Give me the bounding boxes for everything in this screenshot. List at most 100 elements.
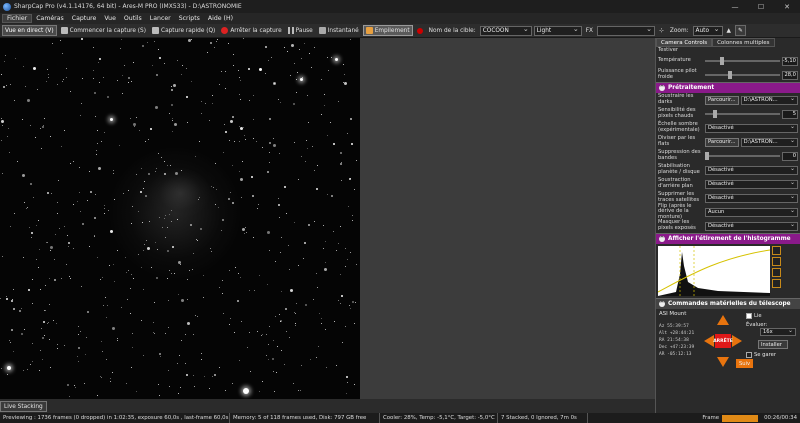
- star: [41, 148, 42, 149]
- record-indicator[interactable]: [415, 25, 425, 36]
- star: [301, 156, 302, 157]
- flip-select[interactable]: Aucun: [705, 207, 798, 217]
- target-name-select[interactable]: COCOON: [479, 25, 532, 36]
- star: [201, 353, 202, 354]
- slew-up-arrow-icon[interactable]: [717, 315, 729, 325]
- menu-fichier[interactable]: Fichier: [2, 14, 33, 23]
- profile-select[interactable]: Light: [533, 25, 582, 36]
- banding-value[interactable]: 0: [782, 151, 798, 161]
- telescope-section-header[interactable]: ^ Commandes matérielles du télescope: [656, 298, 800, 309]
- star: [142, 222, 143, 223]
- slew-down-arrow-icon[interactable]: [717, 357, 729, 367]
- cooler-power-value[interactable]: 28,0: [782, 70, 798, 80]
- histogram-reset-icon[interactable]: [772, 268, 781, 277]
- star: [40, 128, 41, 129]
- park-checkbox[interactable]: [746, 352, 752, 358]
- hot-pixels-slider[interactable]: [705, 110, 780, 118]
- crosshair-icon[interactable]: ⊹: [657, 25, 666, 36]
- banding-slider[interactable]: [705, 152, 780, 160]
- star: [284, 47, 285, 48]
- star: [262, 334, 263, 335]
- slew-stop-button[interactable]: ARRÊTE: [713, 334, 733, 348]
- follow-button[interactable]: Suiv: [736, 359, 754, 368]
- fx-select[interactable]: [597, 25, 656, 36]
- histogram-info-icon[interactable]: [772, 246, 781, 255]
- star: [356, 264, 357, 265]
- star: [96, 150, 97, 151]
- hot-pixels-value[interactable]: 5: [782, 109, 798, 119]
- star: [79, 192, 80, 193]
- star: [350, 39, 351, 40]
- pause-button[interactable]: Pause: [286, 25, 315, 36]
- captured-image[interactable]: [0, 38, 360, 399]
- menu-outils[interactable]: Outils: [120, 15, 146, 22]
- minimize-button[interactable]: —: [722, 0, 748, 13]
- menu-lancer[interactable]: Lancer: [146, 15, 175, 22]
- live-view-button[interactable]: Vue en direct (V): [2, 25, 57, 36]
- star: [291, 44, 294, 47]
- quick-capture-button[interactable]: Capture rapide (Q): [150, 25, 217, 36]
- temperature-value[interactable]: -5,10: [782, 56, 798, 66]
- star: [244, 233, 245, 234]
- star: [216, 189, 217, 190]
- telescope-title: Commandes matérielles du télescope: [668, 301, 791, 307]
- browse-flats-button[interactable]: Parcourir...: [705, 137, 739, 147]
- menu-capture[interactable]: Capture: [68, 15, 101, 22]
- histogram-chart[interactable]: [658, 246, 770, 296]
- histogram-auto-stretch-icon[interactable]: [772, 257, 781, 266]
- darks-path-select[interactable]: D:\ASTRON...: [740, 95, 798, 105]
- star: [336, 250, 337, 251]
- tab-camera-controls[interactable]: Camera Controls: [656, 38, 713, 47]
- collapse-icon[interactable]: ^: [659, 301, 665, 307]
- close-button[interactable]: ✕: [774, 0, 800, 13]
- connect-checkbox[interactable]: [746, 313, 752, 319]
- install-button[interactable]: Installer: [758, 340, 788, 349]
- star: [225, 390, 226, 391]
- live-stacking-tab[interactable]: Live Stacking: [0, 401, 47, 412]
- snapshot-button[interactable]: Instantané: [317, 25, 361, 36]
- slew-right-arrow-icon[interactable]: [732, 335, 742, 347]
- star: [317, 287, 318, 288]
- coord-dec: Dec +47:23:39: [659, 345, 695, 350]
- menu-vue[interactable]: Vue: [100, 15, 120, 22]
- histogram-section-header[interactable]: ^ Afficher l'étirement de l'histogramme: [656, 233, 800, 244]
- stacking-icon: [365, 27, 373, 34]
- star: [158, 384, 159, 385]
- star: [49, 339, 50, 340]
- histogram-save-icon[interactable]: [772, 279, 781, 288]
- star: [38, 267, 39, 268]
- collapse-icon[interactable]: ^: [659, 236, 665, 242]
- collapse-icon[interactable]: ^: [659, 85, 665, 91]
- speed-select[interactable]: 16x: [760, 327, 796, 336]
- zoom-select[interactable]: Auto: [692, 25, 723, 36]
- star: [344, 74, 345, 75]
- cooler-power-row: Puissance pilot froide 28,0: [656, 68, 800, 82]
- stacking-button[interactable]: Empilement: [362, 25, 413, 36]
- star: [21, 308, 22, 309]
- star: [234, 141, 235, 142]
- stabilization-select[interactable]: Désactivé: [705, 165, 798, 175]
- temperature-slider[interactable]: [705, 57, 780, 65]
- menu-cameras[interactable]: Caméras: [32, 15, 68, 22]
- histogram-tool-icon[interactable]: ▲: [725, 25, 733, 36]
- background-select[interactable]: Désactivé: [705, 179, 798, 189]
- star: [69, 276, 70, 277]
- menu-scripts[interactable]: Scripts: [175, 15, 204, 22]
- browse-darks-button[interactable]: Parcourir...: [705, 95, 739, 105]
- preprocessing-section-header[interactable]: ^ Prétraitement: [656, 82, 800, 93]
- start-capture-button[interactable]: Commencer la capture (S): [59, 25, 148, 36]
- brush-icon[interactable]: ✎: [735, 25, 746, 36]
- park-row: Se garer: [746, 352, 798, 358]
- tab-multi-columns[interactable]: Colonnes multiples: [712, 38, 775, 47]
- image-viewer[interactable]: [0, 38, 655, 399]
- flats-path-select[interactable]: D:\ASTRON...: [740, 137, 798, 147]
- star: [269, 326, 270, 327]
- dark-scale-select[interactable]: Désactivé: [705, 123, 798, 133]
- maximize-button[interactable]: ☐: [748, 0, 774, 13]
- satellite-select[interactable]: Désactivé: [705, 193, 798, 203]
- frame-label: Frame: [702, 415, 720, 421]
- cooler-power-slider[interactable]: [705, 71, 780, 79]
- mask-select[interactable]: Désactivé: [705, 221, 798, 231]
- menu-aide[interactable]: Aide (H): [204, 15, 237, 22]
- stop-capture-button[interactable]: Arrêter la capture: [219, 25, 283, 36]
